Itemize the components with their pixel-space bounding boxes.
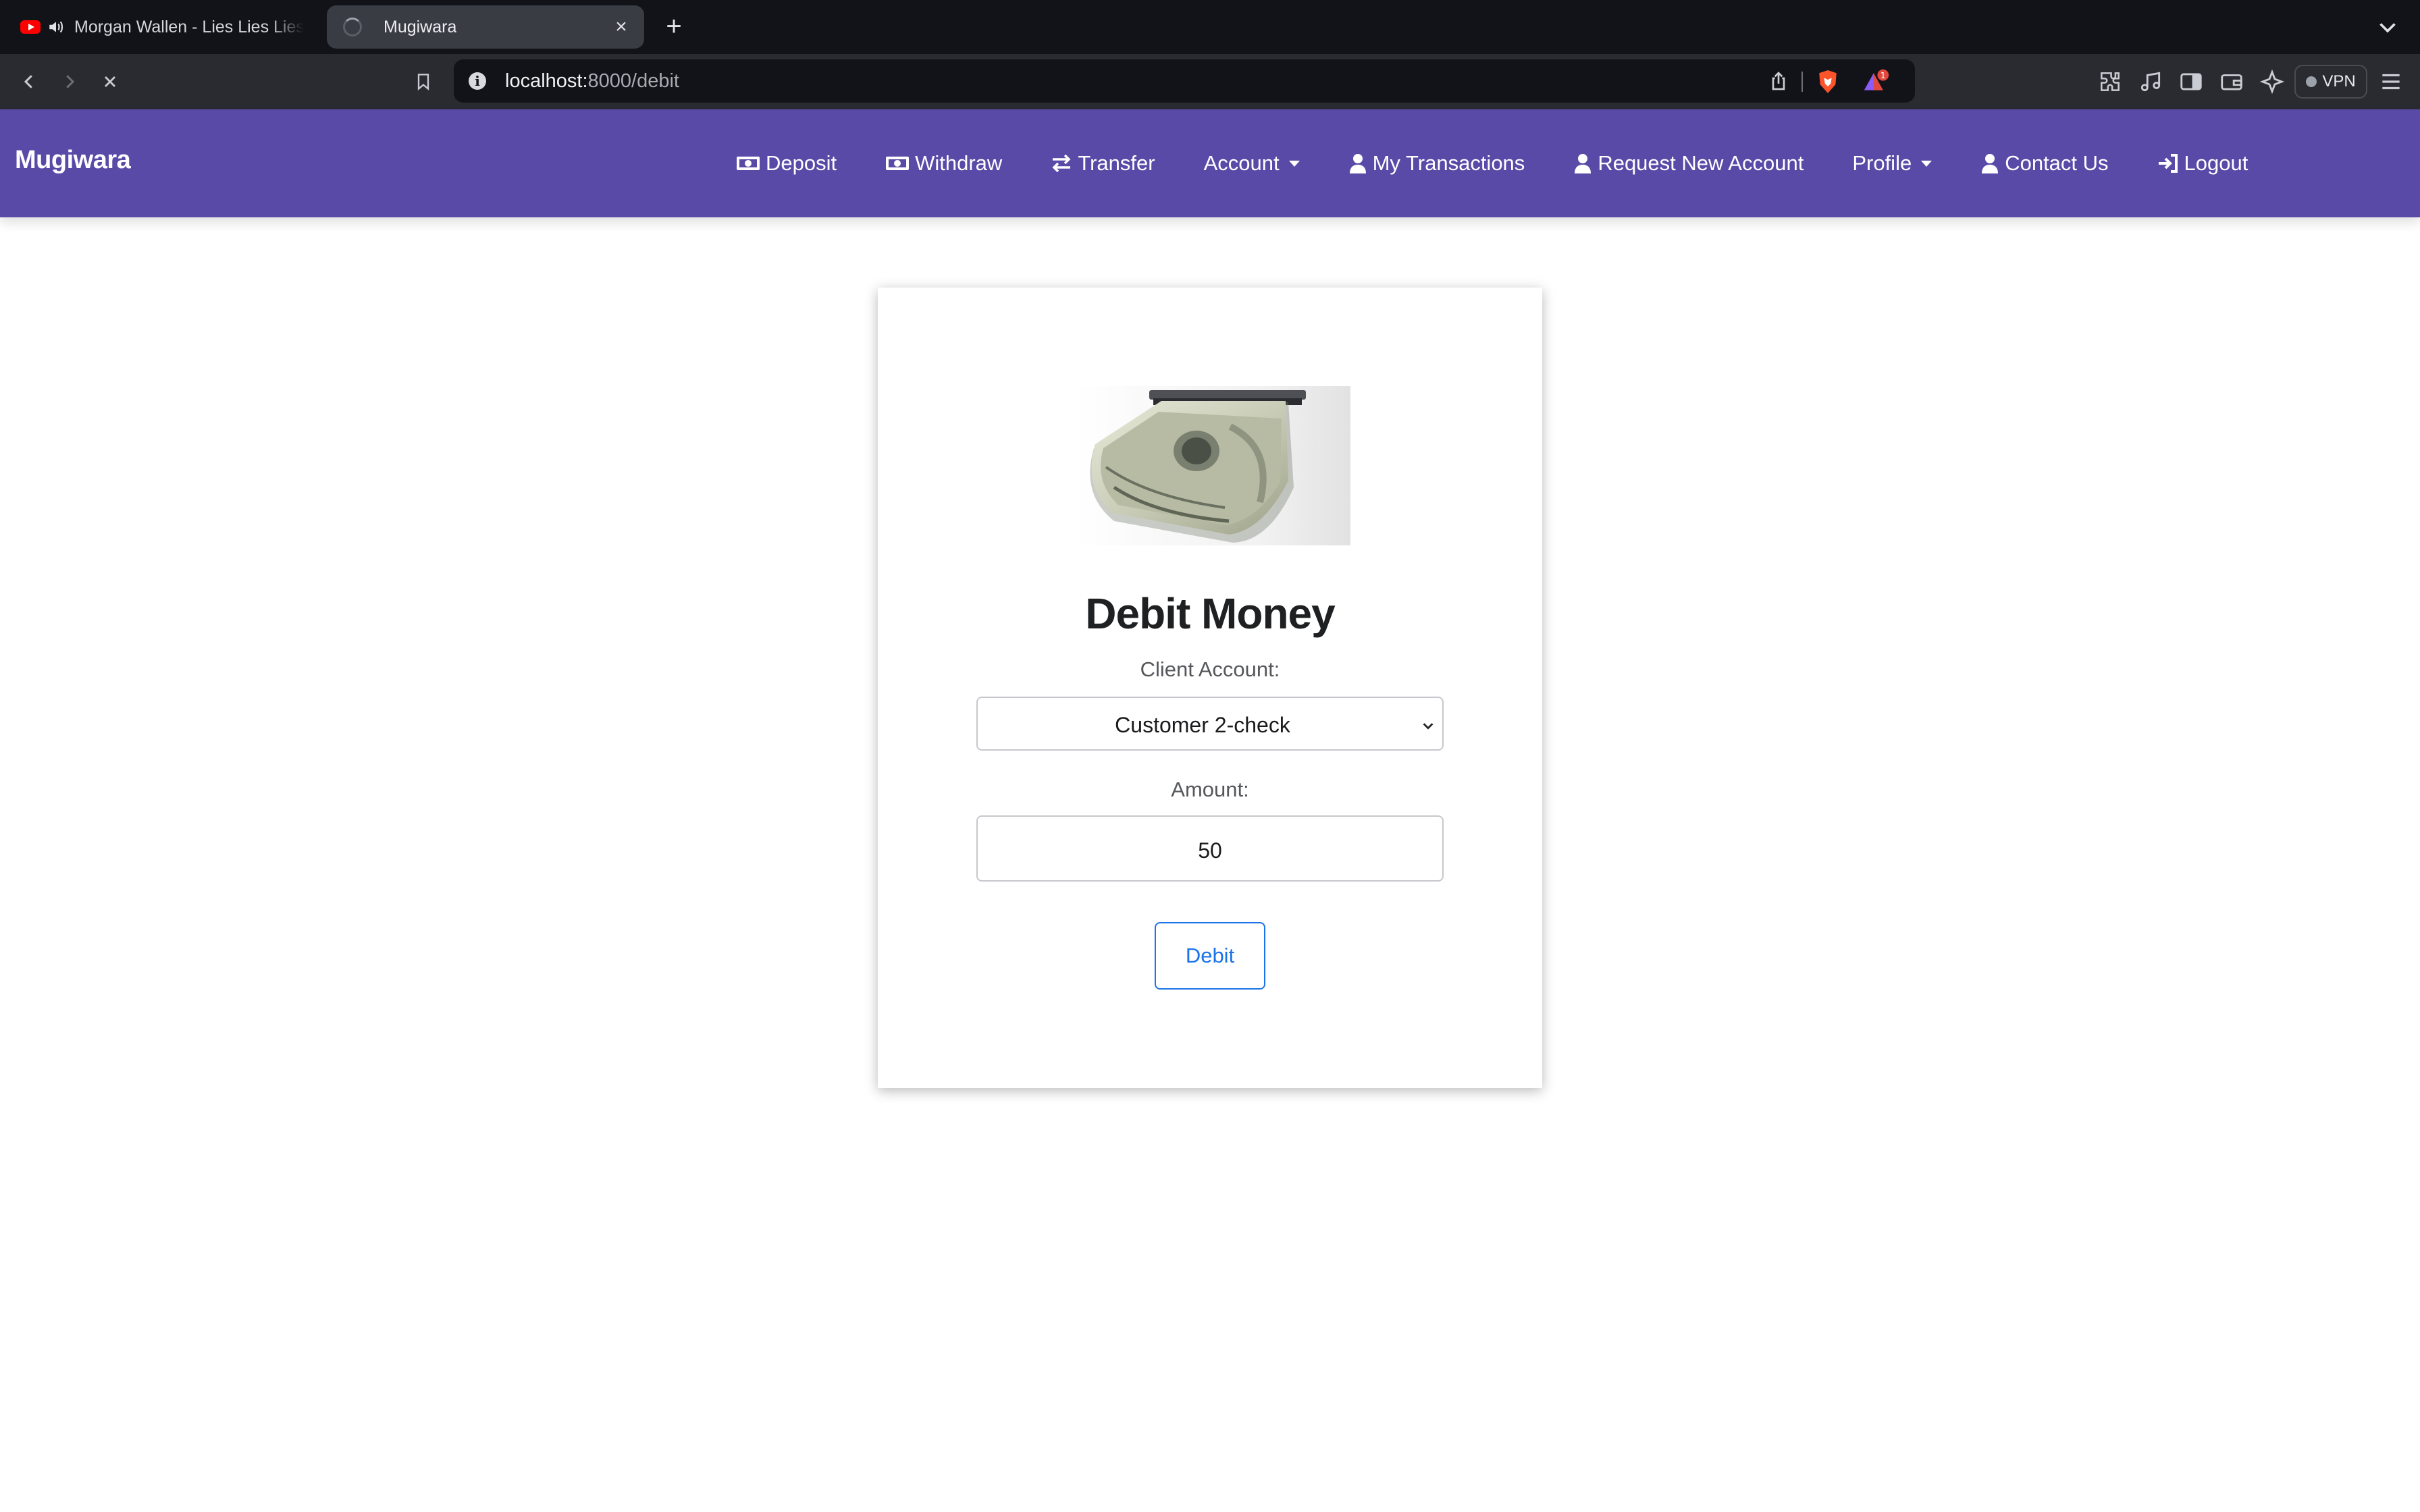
nav-my-transactions[interactable]: My Transactions: [1348, 151, 1525, 176]
sidebar-icon[interactable]: [2178, 69, 2204, 94]
nav-transfer[interactable]: Transfer: [1051, 151, 1155, 176]
address-bar[interactable]: i localhost:8000/debit 1: [454, 59, 1915, 103]
nav-menu: Deposit Withdraw Transfer Account My Tra…: [736, 109, 2248, 217]
hamburger-menu-icon[interactable]: [2378, 69, 2404, 94]
nav-withdraw[interactable]: Withdraw: [885, 151, 1002, 176]
browser-tab-bar: Morgan Wallen - Lies Lies Lies Mugiwara …: [0, 0, 2420, 54]
nav-label: Request New Account: [1598, 151, 1804, 175]
extensions-icon[interactable]: [2097, 69, 2123, 94]
url-path: 8000/debit: [587, 70, 679, 92]
debit-button[interactable]: Debit: [1155, 922, 1265, 990]
browser-toolbar: i localhost:8000/debit 1 VPN: [0, 54, 2420, 109]
back-arrow-icon: [24, 75, 32, 88]
nav-deposit[interactable]: Deposit: [736, 151, 837, 176]
nav-label: Withdraw: [915, 151, 1003, 175]
tab-title: Mugiwara: [384, 17, 457, 36]
tab-title: Morgan Wallen - Lies Lies Lies: [74, 17, 304, 36]
vpn-status-icon: [2306, 76, 2317, 87]
site-info-icon[interactable]: i: [469, 72, 486, 90]
chevron-down-icon[interactable]: [2375, 15, 2400, 39]
rewards-count: 1: [1880, 70, 1886, 80]
user-icon: [1575, 154, 1592, 173]
selected-account: Customer 2-check: [1115, 713, 1290, 737]
nav-label: Deposit: [766, 151, 837, 175]
close-icon: [105, 76, 115, 87]
client-account-select[interactable]: Customer 2-check: [976, 697, 1444, 751]
share-icon[interactable]: [1768, 70, 1789, 92]
nav-label: My Transactions: [1372, 151, 1525, 175]
nav-request-new-account[interactable]: Request New Account: [1573, 151, 1804, 176]
debit-form-card: Debit Money Client Account: Customer 2-c…: [878, 288, 1542, 1088]
forward-button[interactable]: [57, 69, 82, 94]
nav-label: Profile: [1852, 151, 1912, 175]
brave-shield-icon[interactable]: [1816, 69, 1839, 94]
brave-rewards-icon[interactable]: 1: [1862, 69, 1891, 94]
divider: [1801, 72, 1803, 92]
amount-input[interactable]: 50: [976, 815, 1444, 882]
chevron-down-icon: [1423, 723, 1433, 730]
bookmark-button[interactable]: [411, 69, 436, 94]
nav-account-dropdown[interactable]: Account: [1204, 151, 1300, 176]
tab-youtube[interactable]: Morgan Wallen - Lies Lies Lies: [11, 5, 321, 49]
page-title: Debit Money: [1085, 589, 1335, 638]
amount-label: Amount:: [1171, 778, 1249, 801]
caret-down-icon: [1288, 160, 1300, 167]
url-host: localhost:: [505, 70, 588, 92]
vpn-label: VPN: [2322, 72, 2356, 90]
tab-mugiwara[interactable]: Mugiwara ×: [327, 5, 644, 49]
url-text[interactable]: localhost:8000/debit: [505, 70, 679, 92]
nav-label: Account: [1203, 151, 1280, 175]
close-tab-icon[interactable]: ×: [610, 16, 632, 38]
youtube-icon: [20, 20, 41, 34]
leo-ai-icon[interactable]: [2259, 69, 2285, 94]
brand-logo[interactable]: Mugiwara: [15, 146, 131, 175]
atm-cash-image: [1074, 386, 1350, 545]
stop-loading-button[interactable]: [97, 69, 123, 94]
new-tab-button[interactable]: +: [660, 13, 687, 40]
caret-down-icon: [1921, 160, 1932, 167]
client-account-label: Client Account:: [1140, 657, 1280, 681]
bookmark-icon: [417, 74, 429, 90]
sign-out-icon: [2158, 154, 2178, 173]
user-icon: [1349, 154, 1366, 173]
site-navbar: Mugiwara Deposit Withdraw Transfer Accou…: [0, 109, 2420, 217]
nav-label: Transfer: [1078, 151, 1155, 175]
money-bill-icon: [886, 157, 910, 170]
money-bill-icon: [737, 157, 760, 170]
loading-spinner-icon: [343, 18, 362, 36]
nav-logout[interactable]: Logout: [2157, 151, 2248, 176]
nav-contact-us[interactable]: Contact Us: [1980, 151, 2109, 176]
exchange-arrows-icon: [1052, 154, 1071, 173]
user-icon: [1982, 154, 1999, 173]
forward-arrow-icon: [66, 75, 75, 88]
nav-label: Contact Us: [2005, 151, 2109, 175]
back-button[interactable]: [16, 69, 42, 94]
vpn-button[interactable]: VPN: [2294, 65, 2367, 99]
nav-label: Logout: [2184, 151, 2248, 175]
speaker-icon[interactable]: [47, 18, 65, 36]
music-note-icon[interactable]: [2138, 69, 2163, 94]
nav-profile-dropdown[interactable]: Profile: [1852, 151, 1932, 176]
wallet-icon[interactable]: [2219, 69, 2244, 94]
